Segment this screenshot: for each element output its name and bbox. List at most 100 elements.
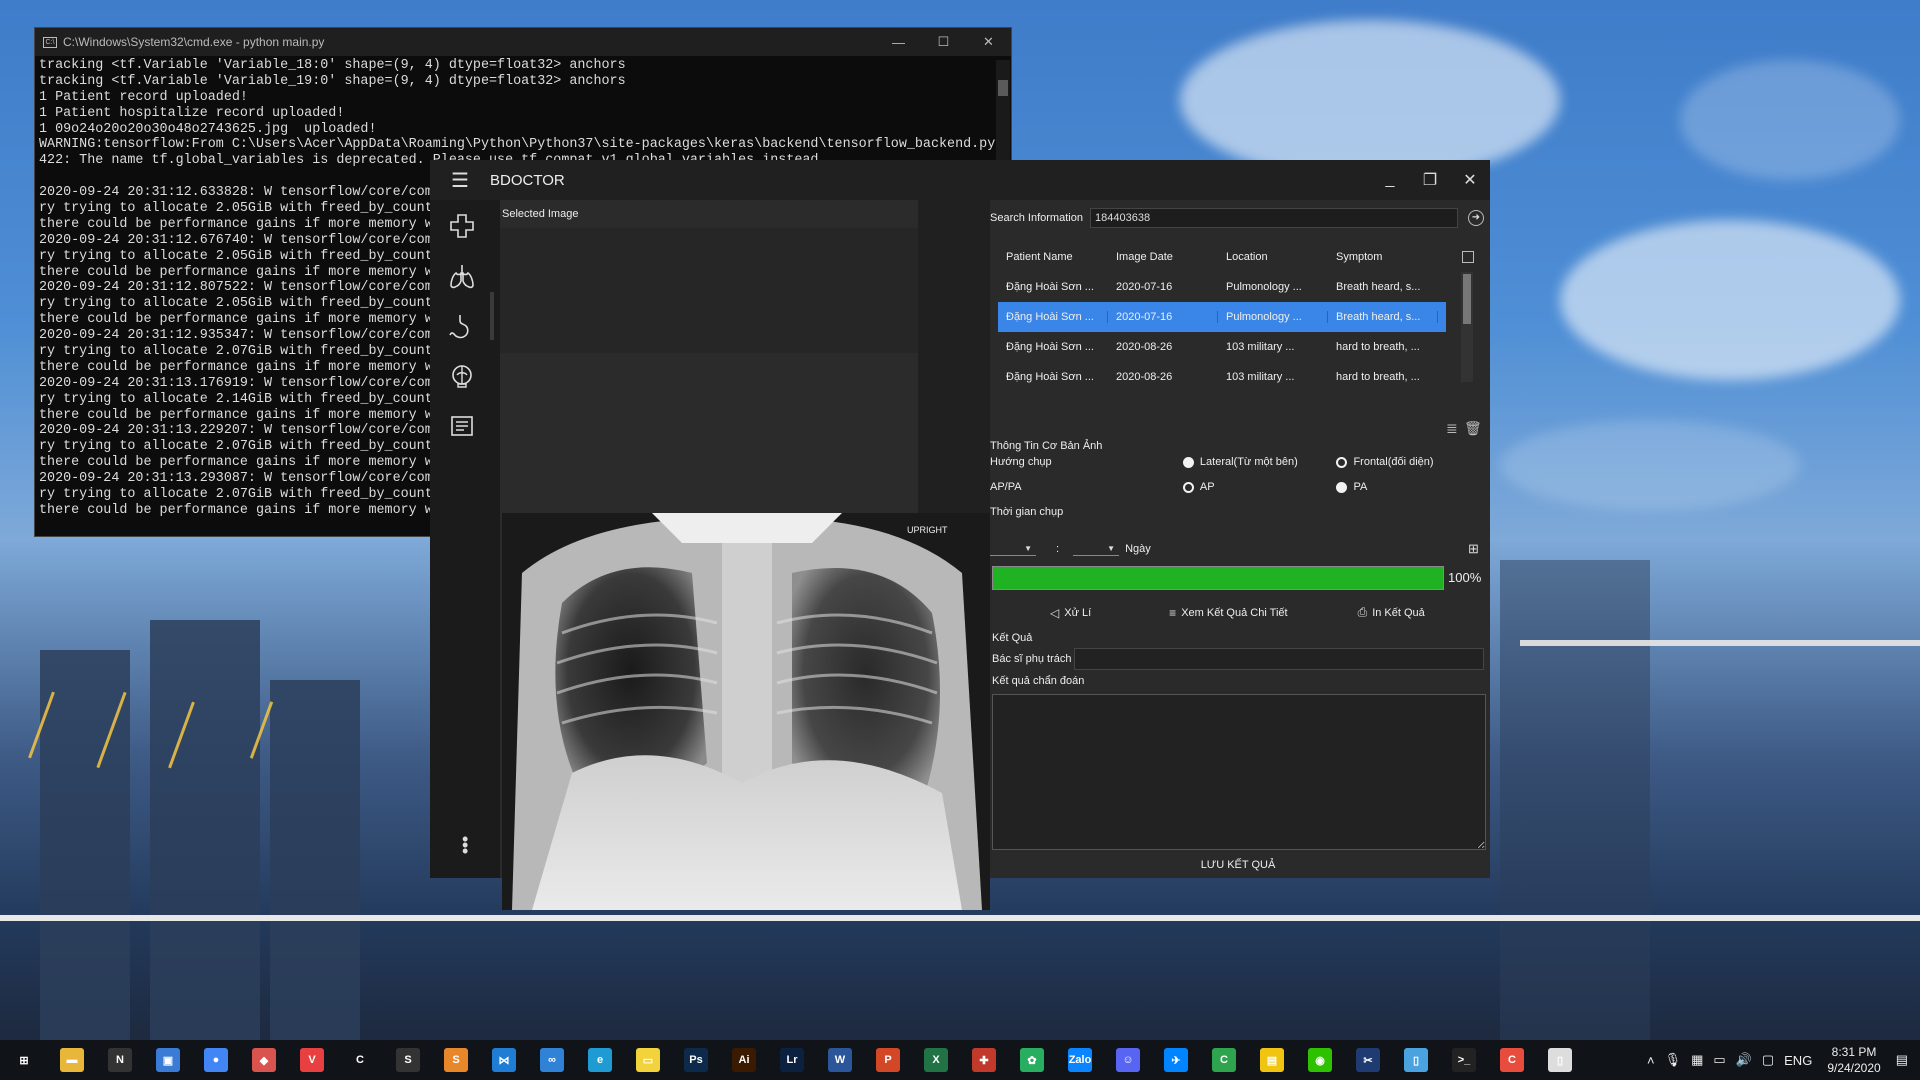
radio-pa[interactable]: PA [1336,481,1490,493]
send-icon: ◁ [1050,605,1060,620]
display-icon[interactable]: ▢ [1762,1052,1774,1068]
radio-ap[interactable]: AP [1182,481,1337,493]
chrome-icon[interactable]: ● [192,1040,240,1080]
excel-icon[interactable]: X [912,1040,960,1080]
edge-icon[interactable]: e [576,1040,624,1080]
hour-dropdown[interactable]: ▼ [990,542,1036,556]
messenger-icon-glyph: ✈ [1164,1048,1188,1072]
vscode-icon[interactable]: ⋈ [480,1040,528,1080]
radio-lateral[interactable]: Lateral(Từ một bên) [1182,456,1337,468]
discord-icon[interactable]: ☺ [1104,1040,1152,1080]
bdoctor-icon[interactable]: ✚ [960,1040,1008,1080]
maximize-icon[interactable]: ☐ [921,34,966,50]
notion-icon[interactable]: N [96,1040,144,1080]
chevron-up-icon[interactable]: ˄ [1647,1053,1655,1068]
taskbar-apps: ⊞ ▬ N ▣ ● ◆ V C S S ⋈ ∞ e ▭ Ps Ai Lr W P X ✚ ✿ Zalo ☺ ✈ C ▤ ◉ ✂ ▯ >_ C ▯ [0,1040,1584,1080]
pdf-icon[interactable]: C [1488,1040,1536,1080]
photoshop-icon[interactable]: Ps [672,1040,720,1080]
radio-dot-icon [1182,456,1194,468]
steam-icon[interactable]: S [384,1040,432,1080]
print-button[interactable]: ⎙ In Kết Quả [1358,605,1425,620]
network-icon[interactable]: ▦ [1691,1052,1703,1068]
clock[interactable]: 8:31 PM 9/24/2020 [1827,1044,1880,1076]
zalo-icon[interactable]: Zalo [1056,1040,1104,1080]
view-detail-button[interactable]: ≡ Xem Kết Quả Chi Tiết [1169,605,1287,620]
zalo-icon-glyph: Zalo [1068,1048,1092,1072]
snipping-icon-glyph: ✂ [1356,1048,1380,1072]
brain-icon[interactable] [448,362,476,390]
notifications-icon[interactable]: ▤ [1896,1052,1908,1068]
hamburger-menu-icon[interactable]: ☰ [430,168,490,193]
pinwheel-icon[interactable]: ✿ [1008,1040,1056,1080]
lightroom-icon[interactable]: Lr [768,1040,816,1080]
view-detail-label: Xem Kết Quả Chi Tiết [1181,606,1288,619]
col-symptom[interactable]: Symptom [1328,251,1438,263]
calendar-icon[interactable]: ⊞ [1468,541,1479,557]
save-result-button[interactable]: LƯU KẾT QUẢ [990,856,1486,874]
table-row[interactable]: Đặng Hoài Sơn ... 2020-07-16 Pulmonology .… [998,272,1446,302]
vivaldi-icon[interactable]: V [288,1040,336,1080]
folder-app-icon[interactable]: ▤ [1248,1040,1296,1080]
bdoctor-titlebar[interactable]: ☰ BDOCTOR _ ❐ ✕ [430,160,1490,200]
diagnosis-textarea[interactable] [992,694,1486,850]
microphone-icon[interactable]: 🎙 [1665,1052,1682,1068]
radio-frontal[interactable]: Frontal(đối diện) [1336,456,1490,468]
stomach-icon[interactable] [448,312,476,340]
taskbar: ⊞ ▬ N ▣ ● ◆ V C S S ⋈ ∞ e ▭ Ps Ai Lr W P X ✚ ✿ Zalo ☺ ✈ C ▤ ◉ ✂ ▯ >_ C ▯… [0,1040,1920,1080]
cmd-taskbar-icon[interactable]: >_ [1440,1040,1488,1080]
process-button[interactable]: ◁ Xử Lí [1050,605,1091,620]
lungs-icon[interactable] [448,262,476,290]
doctor-input[interactable] [1074,648,1484,670]
minimize-icon[interactable]: _ [1370,171,1410,189]
wechat-icon[interactable]: ◉ [1296,1040,1344,1080]
col-location[interactable]: Location [1218,251,1328,263]
plus-icon[interactable] [448,212,476,240]
snipping-icon[interactable]: ✂ [1344,1040,1392,1080]
powerpoint-icon[interactable]: P [864,1040,912,1080]
table-row[interactable]: Đặng Hoài Sơn ... 2020-08-26 103 military … [998,332,1446,362]
file-explorer-icon[interactable]: ▬ [48,1040,96,1080]
arrow-right-circle-icon[interactable]: ➜ [1468,210,1484,226]
volume-icon[interactable]: 🔊 [1736,1052,1752,1068]
messenger-icon[interactable]: ✈ [1152,1040,1200,1080]
cortana-icon[interactable]: C [336,1040,384,1080]
chevron-down-icon: ▼ [1107,544,1116,553]
store-icon[interactable]: ▣ [144,1040,192,1080]
table-cell: 2020-08-26 [1116,341,1173,353]
console-scroll-thumb[interactable] [998,80,1008,96]
col-image-date[interactable]: Image Date [1108,251,1218,263]
sublime-icon[interactable]: S [432,1040,480,1080]
trash-icon[interactable]: 🗑 [1464,420,1482,437]
blank-doc-icon[interactable]: ▯ [1536,1040,1584,1080]
table-cell: 2020-07-16 [1116,281,1173,293]
minute-dropdown[interactable]: ▼ [1073,542,1120,556]
sticky-notes-icon[interactable]: ▭ [624,1040,672,1080]
minimize-icon[interactable]: — [876,35,921,50]
battery-icon[interactable]: ▭ [1713,1052,1725,1068]
cmd-titlebar[interactable]: C:\ C:\Windows\System32\cmd.exe - python… [35,28,1011,56]
maximize-icon[interactable]: ❐ [1410,170,1450,190]
bdoctor-window[interactable]: ☰ BDOCTOR _ ❐ ✕ • • • Selected Image UPR… [430,160,1490,910]
illustrator-icon[interactable]: Ai [720,1040,768,1080]
document-icon[interactable] [448,412,476,440]
more-options-icon[interactable]: • • • [462,830,468,860]
language-indicator[interactable]: ENG [1784,1053,1812,1068]
console-line: tracking <tf.Variable 'Variable_18:0' sh… [39,58,626,73]
powerpoint-icon-glyph: P [876,1048,900,1072]
anydesk-icon[interactable]: ◆ [240,1040,288,1080]
start-icon[interactable]: ⊞ [0,1040,48,1080]
table-scroll-thumb[interactable] [1463,274,1471,324]
camtasia-icon[interactable]: C [1200,1040,1248,1080]
word-icon[interactable]: W [816,1040,864,1080]
close-icon[interactable]: ✕ [966,34,1011,50]
select-all-checkbox[interactable] [1462,251,1474,263]
list-view-icon[interactable]: ≣ [1446,420,1458,437]
table-row[interactable]: Đặng Hoài Sơn ... 2020-08-26 103 military … [998,362,1446,392]
notepad-icon[interactable]: ▯ [1392,1040,1440,1080]
search-input[interactable] [1090,208,1458,228]
bluetooth-icon[interactable]: ∞ [528,1040,576,1080]
table-row[interactable]: Đặng Hoài Sơn ... 2020-07-16 Pulmonology .… [998,302,1446,332]
close-icon[interactable]: ✕ [1450,170,1490,190]
table-scrollbar[interactable] [1461,272,1473,382]
col-patient-name[interactable]: Patient Name [998,251,1108,263]
